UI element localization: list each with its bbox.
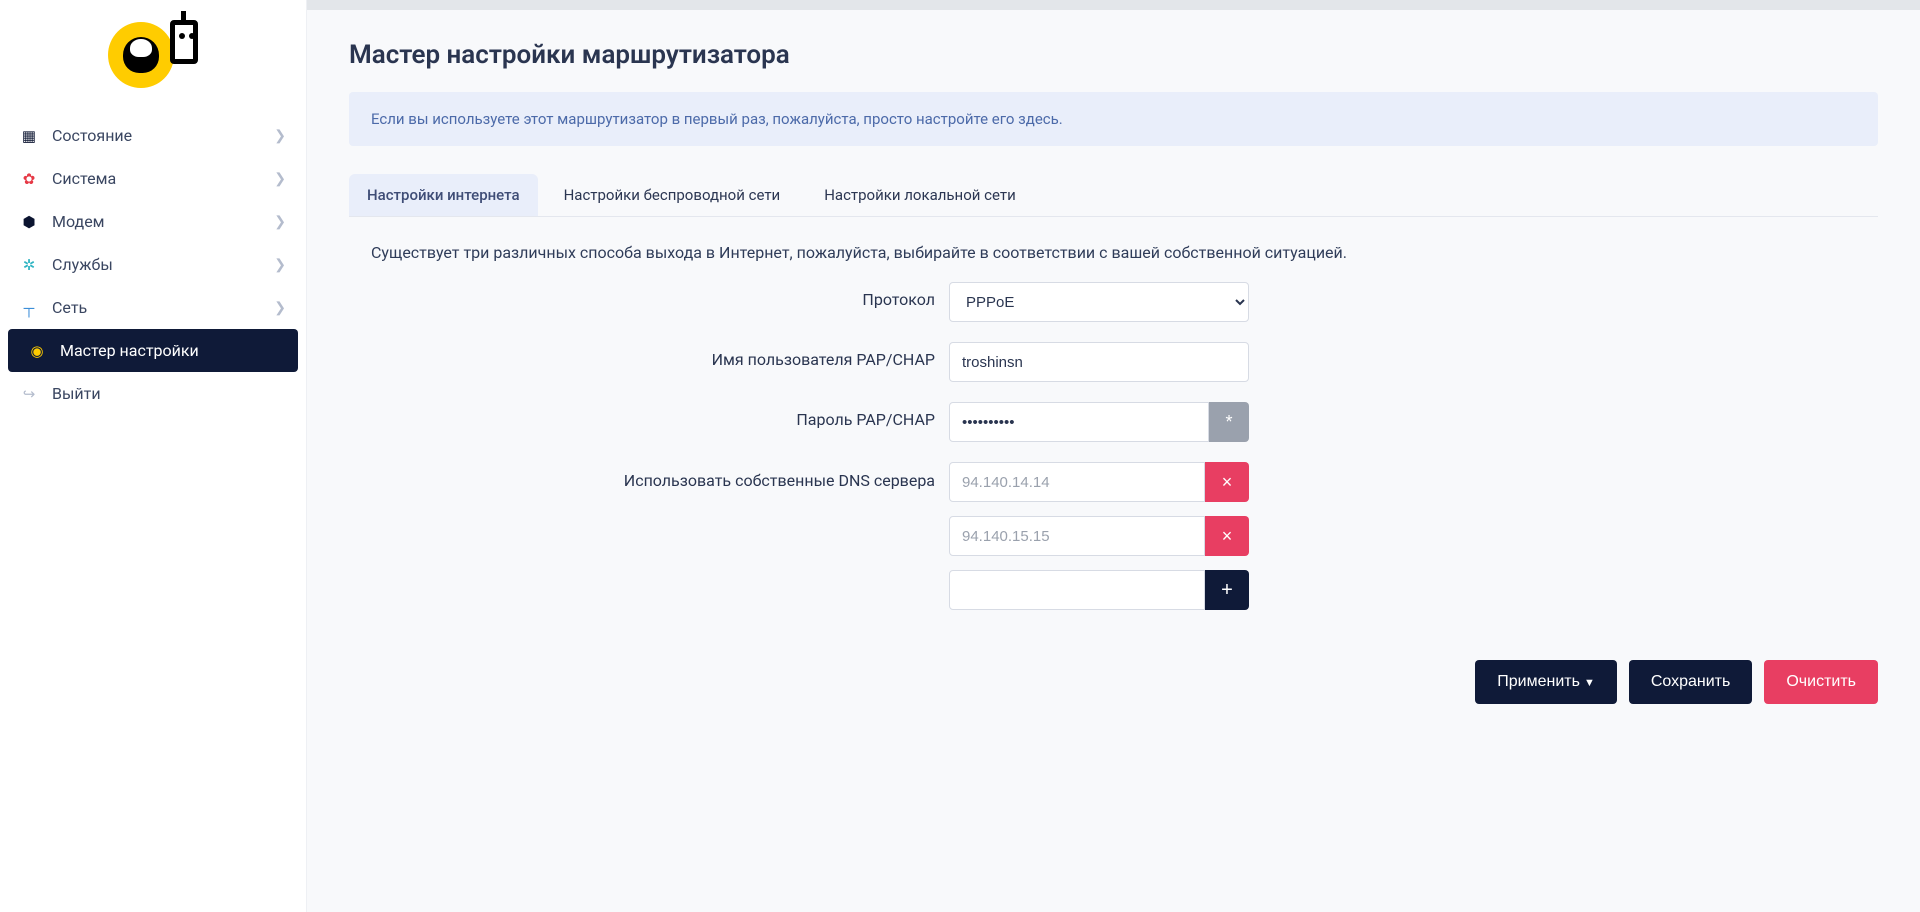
apply-button[interactable]: Применить ▼ bbox=[1475, 660, 1617, 704]
tab-label: Настройки беспроводной сети bbox=[564, 186, 781, 204]
caret-down-icon: ▼ bbox=[1584, 677, 1595, 689]
password-toggle-button[interactable]: * bbox=[1209, 402, 1249, 442]
password-input[interactable] bbox=[949, 402, 1209, 442]
dashboard-icon: ▦ bbox=[20, 127, 38, 145]
tab-wireless[interactable]: Настройки беспроводной сети bbox=[546, 174, 799, 216]
gear-icon: ✿ bbox=[20, 170, 38, 188]
tab-label: Настройки интернета bbox=[367, 186, 520, 204]
sidebar-item-wizard[interactable]: ◉ Мастер настройки bbox=[8, 329, 298, 372]
dns-label: Использовать собственные DNS сервера bbox=[349, 462, 949, 492]
topbar bbox=[307, 0, 1920, 10]
dns-remove-button[interactable]: × bbox=[1205, 516, 1249, 556]
protocol-select[interactable]: PPPoE bbox=[949, 282, 1249, 322]
tab-label: Настройки локальной сети bbox=[824, 186, 1016, 204]
sidebar-item-modem[interactable]: ⬢ Модем ❯ bbox=[0, 200, 306, 243]
wizard-icon: ◉ bbox=[28, 342, 46, 360]
form: Протокол PPPoE Имя пользователя PAP/CHAP… bbox=[349, 272, 1878, 610]
save-button[interactable]: Сохранить bbox=[1629, 660, 1753, 704]
logo bbox=[0, 10, 306, 106]
chevron-right-icon: ❯ bbox=[274, 171, 286, 187]
logout-icon: ↪ bbox=[20, 385, 38, 403]
sidebar-item-label: Выйти bbox=[52, 384, 101, 403]
sidebar-item-label: Система bbox=[52, 169, 116, 188]
clear-button[interactable]: Очистить bbox=[1764, 660, 1878, 704]
sidebar-item-status[interactable]: ▦ Состояние ❯ bbox=[0, 114, 306, 157]
sidebar-item-system[interactable]: ✿ Система ❯ bbox=[0, 157, 306, 200]
sidebar-item-label: Службы bbox=[52, 255, 113, 274]
sidebar-item-label: Состояние bbox=[52, 126, 132, 145]
tab-lan[interactable]: Настройки локальной сети bbox=[806, 174, 1034, 216]
clear-button-label: Очистить bbox=[1786, 673, 1856, 690]
sidebar-item-logout[interactable]: ↪ Выйти bbox=[0, 372, 306, 415]
sidebar-item-label: Мастер настройки bbox=[60, 341, 199, 360]
dns-input[interactable] bbox=[949, 462, 1205, 502]
chevron-right-icon: ❯ bbox=[274, 300, 286, 316]
password-label: Пароль PAP/CHAP bbox=[349, 402, 949, 429]
nav: ▦ Состояние ❯ ✿ Система ❯ ⬢ Модем ❯ ✲ Службы… bbox=[0, 114, 306, 415]
sidebar-item-label: Модем bbox=[52, 212, 105, 231]
chevron-right-icon: ❯ bbox=[274, 257, 286, 273]
dns-entry-row: × bbox=[949, 516, 1249, 556]
dns-add-row: + bbox=[949, 570, 1249, 610]
username-label: Имя пользователя PAP/CHAP bbox=[349, 342, 949, 369]
chevron-right-icon: ❯ bbox=[274, 128, 286, 144]
protocol-label: Протокол bbox=[349, 282, 949, 309]
sidebar-item-network[interactable]: ┬ Сеть ❯ bbox=[0, 286, 306, 329]
main: Мастер настройки маршрутизатора Если вы … bbox=[306, 0, 1920, 912]
network-icon: ┬ bbox=[20, 299, 38, 317]
cube-icon: ⬢ bbox=[20, 213, 38, 231]
dns-remove-button[interactable]: × bbox=[1205, 462, 1249, 502]
dns-input[interactable] bbox=[949, 516, 1205, 556]
action-bar: Применить ▼ Сохранить Очистить bbox=[349, 630, 1878, 724]
info-banner: Если вы используете этот маршрутизатор в… bbox=[349, 92, 1878, 146]
save-button-label: Сохранить bbox=[1651, 673, 1731, 690]
apply-button-label: Применить bbox=[1497, 673, 1580, 690]
sidebar-item-label: Сеть bbox=[52, 298, 87, 317]
dns-entry-row: × bbox=[949, 462, 1249, 502]
username-input[interactable] bbox=[949, 342, 1249, 382]
page-title: Мастер настройки маршрутизатора bbox=[307, 10, 1920, 92]
tab-internet[interactable]: Настройки интернета bbox=[349, 174, 538, 216]
tab-description: Существует три различных способа выхода … bbox=[349, 217, 1878, 272]
sidebar: ▦ Состояние ❯ ✿ Система ❯ ⬢ Модем ❯ ✲ Службы… bbox=[0, 0, 306, 912]
sidebar-item-services[interactable]: ✲ Службы ❯ bbox=[0, 243, 306, 286]
tabs: Настройки интернета Настройки беспроводн… bbox=[349, 174, 1878, 217]
chevron-right-icon: ❯ bbox=[274, 214, 286, 230]
gears-icon: ✲ bbox=[20, 256, 38, 274]
dns-new-input[interactable] bbox=[949, 570, 1205, 610]
dns-add-button[interactable]: + bbox=[1205, 570, 1249, 610]
